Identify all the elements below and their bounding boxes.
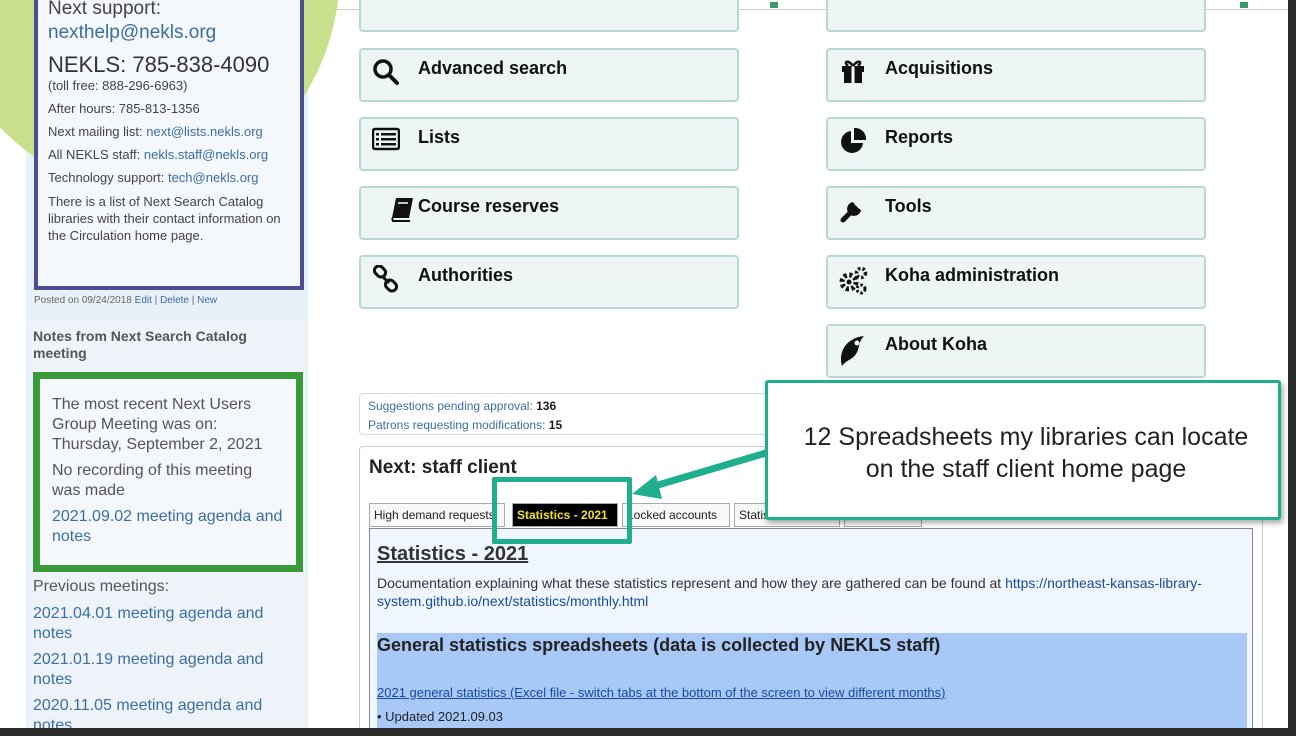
acquisitions-button[interactable]: Acquisitions [826, 48, 1206, 102]
edit-link[interactable]: Edit [135, 295, 152, 306]
support-heading: Next support: [48, 0, 161, 19]
book-icon [387, 196, 417, 226]
contact-box: Next support: nexthelp@nekls.org NEKLS: … [34, 0, 304, 290]
contact-note: There is a list of Next Search Catalog l… [48, 194, 281, 243]
staff-row: All NEKLS staff: nekls.staff@nekls.org [48, 147, 290, 162]
previous-meetings-heading: Previous meetings: [33, 578, 170, 595]
wrench-icon [838, 196, 868, 226]
suggestions-count: 136 [536, 399, 557, 413]
after-hours: After hours: 785-813-1356 [48, 101, 200, 116]
authorities-label: Authorities [418, 265, 514, 285]
documentation-label: Documentation explaining what these stat… [377, 575, 1006, 591]
toll-free: (toll free: 888-296-6963) [48, 78, 188, 93]
koha-administration-button[interactable]: Koha administration [826, 255, 1206, 309]
koha-logo-icon [838, 334, 868, 366]
suggestions-label: Suggestions pending approval: [368, 399, 537, 413]
recent-meeting-box: The most recent Next Users Group Meeting… [33, 372, 303, 572]
tab-high-demand[interactable]: High demand requests [369, 503, 505, 527]
updated-item: • Updated 2021.09.03 [377, 709, 503, 724]
tab-highlight-box [492, 477, 632, 544]
mailing-list-row: Next mailing list: next@lists.nekls.org [48, 124, 290, 139]
previous-meeting-link[interactable]: 2021.04.01 meeting agenda and notes [33, 604, 293, 644]
patrons-label: Patrons requesting modifications: [368, 418, 549, 432]
gift-icon [838, 58, 868, 88]
tab-locked-accounts[interactable]: Locked accounts [622, 503, 730, 527]
posted-date: Posted on 09/24/2018 [34, 295, 132, 306]
tools-label: Tools [885, 196, 932, 216]
no-recording-text: No recording of this meeting was made [52, 462, 253, 499]
general-statistics-section: General statistics spreadsheets (data is… [377, 633, 1247, 728]
about-koha-button[interactable]: About Koha [826, 324, 1206, 378]
reports-label: Reports [885, 127, 954, 147]
annotation-callout: 12 Spreadsheets my libraries can locate … [765, 380, 1281, 520]
lists-button[interactable]: Lists [359, 117, 739, 171]
previous-meetings-list: 2021.04.01 meeting agenda and notes 2021… [33, 604, 293, 728]
new-link[interactable]: New [197, 295, 217, 306]
module-button-partial[interactable] [359, 0, 739, 32]
posted-meta: Posted on 09/24/2018 Edit | Delete | New [34, 295, 217, 306]
meeting-notes-box: Notes from Next Search Catalog meeting T… [28, 320, 306, 728]
agenda-link[interactable]: 2021.09.02 meeting agenda and notes [52, 507, 284, 547]
course-reserves-button[interactable]: Course reserves [359, 186, 739, 240]
course-reserves-label: Course reserves [418, 196, 560, 216]
search-icon [371, 58, 401, 88]
general-statistics-heading: General statistics spreadsheets (data is… [377, 635, 941, 655]
about-koha-label: About Koha [885, 334, 987, 354]
lists-label: Lists [418, 127, 461, 147]
callout-arrow [632, 449, 767, 499]
pending-box: Suggestions pending approval: 136 Patron… [359, 393, 779, 435]
mailing-list-link[interactable]: next@lists.nekls.org [146, 124, 263, 139]
module-button-partial[interactable] [826, 0, 1206, 32]
mailing-list-label: Next mailing list: [48, 124, 147, 139]
previous-meeting-link[interactable]: 2020.11.05 meeting agenda and notes [33, 696, 293, 728]
separator: | [191, 295, 195, 306]
content-heading: Statistics - 2021 [377, 543, 529, 565]
staff-email-link[interactable]: nekls.staff@nekls.org [144, 147, 268, 162]
recent-meeting-text: The most recent Next Users Group Meeting… [52, 396, 263, 453]
general-statistics-link[interactable]: 2021 general statistics (Excel file - sw… [377, 685, 945, 700]
pie-chart-icon [838, 127, 868, 157]
gears-icon [838, 265, 868, 295]
notes-heading: Notes from Next Search Catalog meeting [33, 328, 247, 361]
advanced-search-label: Advanced search [418, 58, 568, 78]
tools-button[interactable]: Tools [826, 186, 1206, 240]
previous-meeting-link[interactable]: 2021.01.19 meeting agenda and notes [33, 650, 293, 690]
tech-row: Technology support: tech@nekls.org [48, 170, 290, 185]
authorities-button[interactable]: Authorities [359, 255, 739, 309]
list-icon [371, 127, 401, 157]
updated-text: Updated 2021.09.03 [385, 709, 503, 724]
screenshot-frame: Next support: nexthelp@nekls.org NEKLS: … [0, 0, 1288, 728]
reports-button[interactable]: Reports [826, 117, 1206, 171]
documentation-text: Documentation explaining what these stat… [377, 574, 1237, 610]
suggestions-pending-row[interactable]: Suggestions pending approval: 136 [368, 397, 770, 416]
koha-administration-label: Koha administration [885, 265, 1060, 285]
patrons-count: 15 [548, 418, 563, 432]
support-email-link[interactable]: nexthelp@nekls.org [48, 22, 290, 44]
callout-text: 12 Spreadsheets my libraries can locate … [803, 423, 1249, 483]
frame-shadow-right [1288, 0, 1296, 736]
tech-label: Technology support: [48, 170, 168, 185]
panel-title: Next: staff client [369, 457, 517, 478]
link-icon [371, 264, 401, 295]
frame-shadow-bottom [0, 728, 1296, 736]
nekls-phone: NEKLS: 785-838-4090 [48, 52, 270, 77]
advanced-search-button[interactable]: Advanced search [359, 48, 739, 102]
separator: | [154, 295, 158, 306]
tech-email-link[interactable]: tech@nekls.org [168, 170, 259, 185]
staff-label: All NEKLS staff: [48, 147, 144, 162]
delete-link[interactable]: Delete [160, 295, 189, 306]
acquisitions-label: Acquisitions [885, 58, 994, 78]
patrons-requesting-row[interactable]: Patrons requesting modifications: 15 [368, 416, 770, 435]
tab-content: Statistics - 2021 Documentation explaini… [369, 528, 1253, 728]
